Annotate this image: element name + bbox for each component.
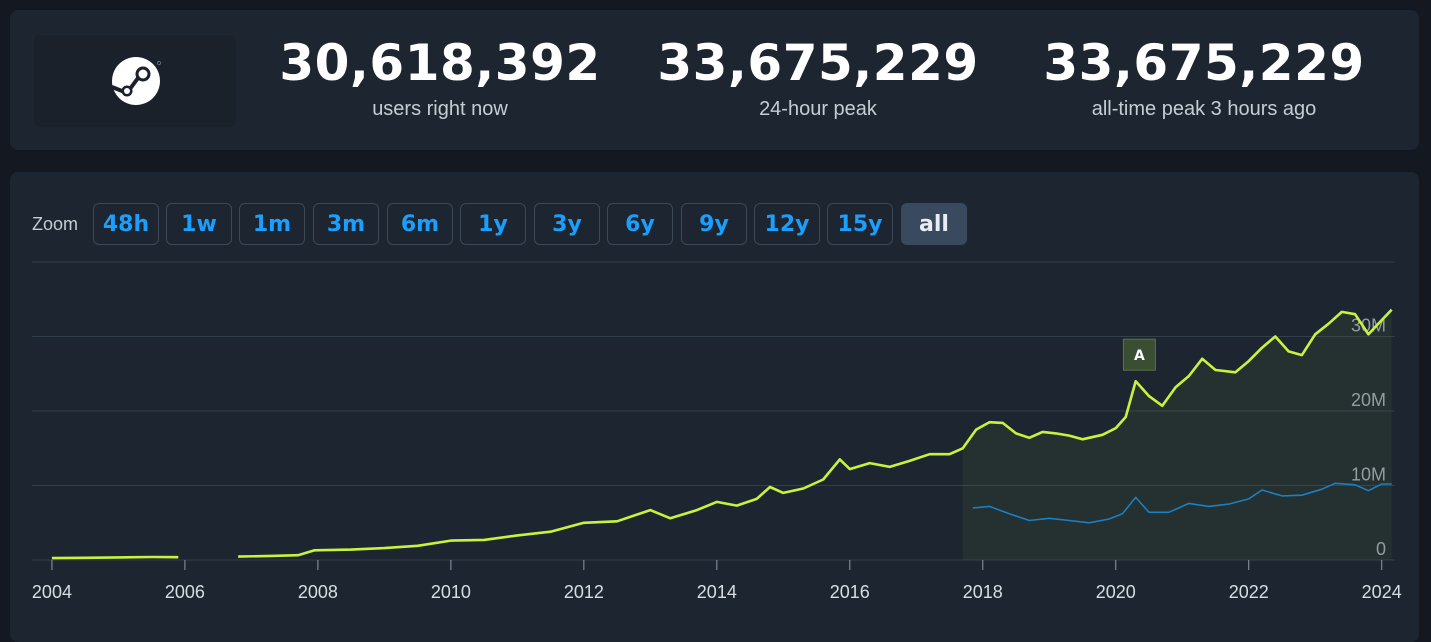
x-tick-label: 2020: [1096, 582, 1136, 602]
x-tick-label: 2010: [431, 582, 471, 602]
x-tick-label: 2022: [1229, 582, 1269, 602]
x-tick-label: 2018: [963, 582, 1003, 602]
x-tick-label: 2008: [298, 582, 338, 602]
stat-label: users right now: [372, 98, 508, 120]
stat-label: 24-hour peak: [759, 98, 877, 120]
players-chart: 2004 2006 2008 2010 2012 2014 2016 2018 2020 2022…: [32, 261, 1402, 602]
x-tick-label: 2012: [564, 582, 604, 602]
x-tick-label: 2024: [1362, 582, 1402, 602]
x-tick-label: 2006: [165, 582, 205, 602]
stat-24h-peak: 33,675,229 24-hour peak: [638, 32, 998, 121]
steam-logo-icon: [111, 57, 161, 105]
stat-value: 30,618,392: [279, 34, 601, 92]
stat-label: all-time peak 3 hours ago: [1091, 98, 1317, 120]
x-tick-label: 2016: [830, 582, 870, 602]
annotation-label: A: [1134, 348, 1145, 364]
stats-panel: 30,618,392 users right now 33,675,229 24…: [10, 10, 1419, 150]
stat-value: 33,675,229: [657, 34, 979, 92]
x-tick-label: 2004: [32, 582, 72, 602]
stat-current-users: 30,618,392 users right now: [260, 32, 620, 121]
chart-panel: Zoom 48h 1w 1m 3m 6m 1y 3y 6y 9y 12y 15y…: [10, 172, 1419, 642]
x-tick-label: 2014: [697, 582, 737, 602]
logo-box: [34, 35, 236, 127]
stat-all-time-peak: 33,675,229 all-time peak 3 hours ago: [1024, 32, 1384, 121]
stat-value: 33,675,229: [1043, 34, 1365, 92]
series-area-users: [962, 309, 1392, 560]
